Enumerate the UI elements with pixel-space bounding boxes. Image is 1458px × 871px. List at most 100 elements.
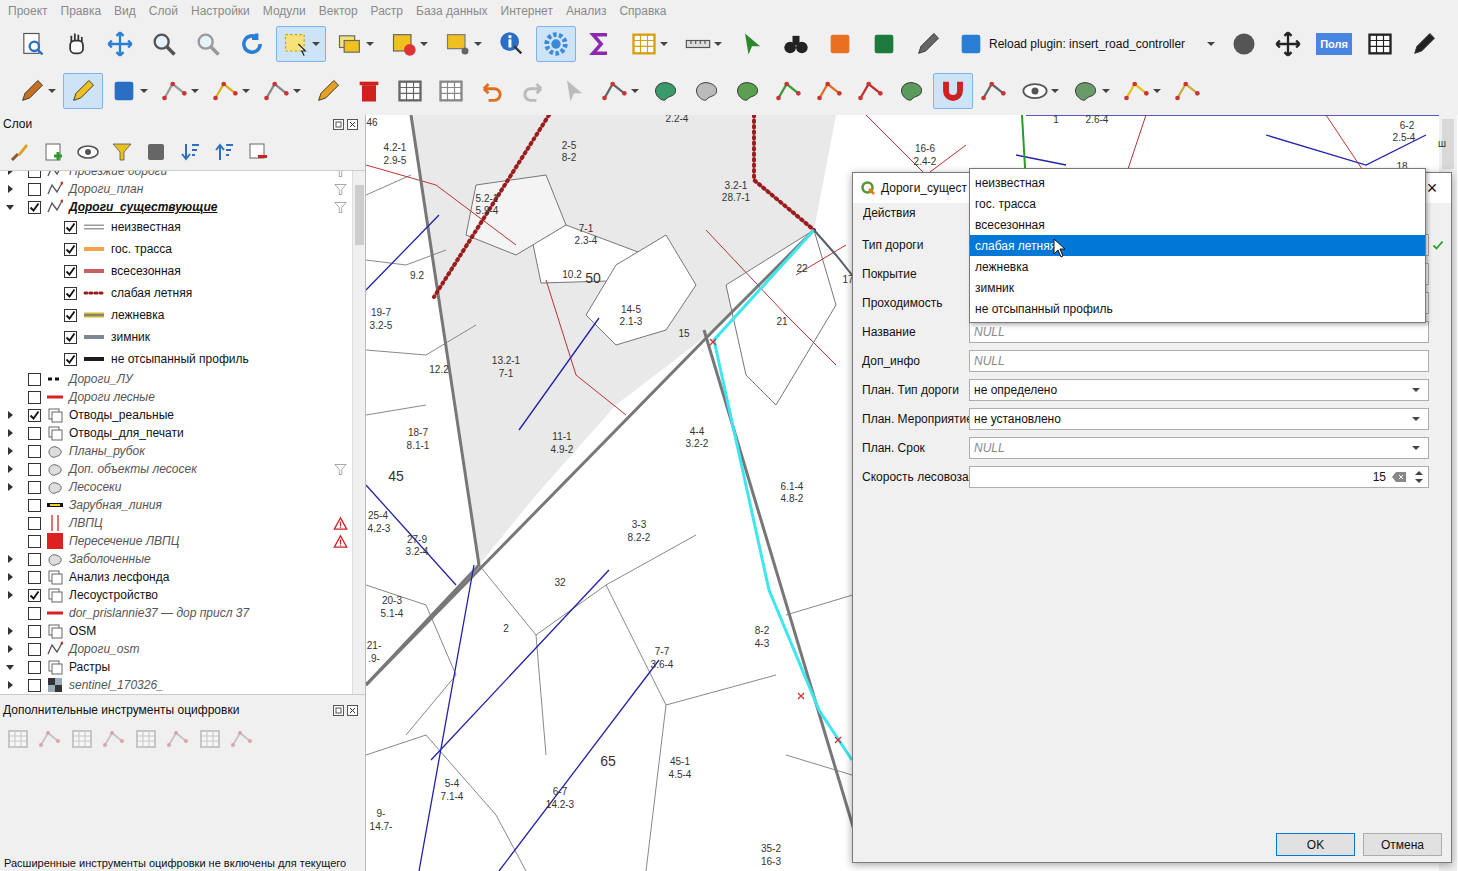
- expander[interactable]: [4, 643, 16, 655]
- legend-item[interactable]: не отсыпанный профиль: [0, 348, 352, 370]
- expander[interactable]: [4, 201, 16, 213]
- combo-field[interactable]: не определено: [969, 379, 1429, 401]
- combo-field[interactable]: не установлено: [969, 408, 1429, 430]
- layer-item[interactable]: Отводы_для_печати: [0, 424, 352, 442]
- layers-tool-button[interactable]: [244, 138, 272, 166]
- layer-checkbox[interactable]: [64, 309, 77, 322]
- open-project-button[interactable]: [12, 26, 52, 62]
- layer-item[interactable]: sentinel_170326_: [0, 676, 352, 694]
- layer-checkbox[interactable]: [64, 287, 77, 300]
- edit-tool-3-button[interactable]: [104, 73, 154, 109]
- expander[interactable]: [4, 409, 16, 421]
- edit-tool-2-button[interactable]: [63, 73, 103, 109]
- layers-tool-button[interactable]: [6, 138, 34, 166]
- menu-item[interactable]: Растр: [371, 2, 403, 20]
- digitizing-tool-button[interactable]: [198, 727, 222, 751]
- expander[interactable]: [4, 571, 16, 583]
- edit-tool-6-button[interactable]: [257, 73, 307, 109]
- digitizing-tool-button[interactable]: [70, 727, 94, 751]
- expander[interactable]: [4, 183, 16, 195]
- layer-item[interactable]: dor_prislannie37 — дор присл 37: [0, 604, 352, 622]
- layer-checkbox[interactable]: [64, 353, 77, 366]
- layer-checkbox[interactable]: [28, 170, 41, 178]
- measure-button[interactable]: [678, 26, 728, 62]
- edit-tool-15-button[interactable]: [646, 73, 686, 109]
- layer-checkbox[interactable]: [28, 679, 41, 692]
- layer-checkbox[interactable]: [28, 571, 41, 584]
- spin-field[interactable]: 15: [969, 466, 1429, 488]
- statistics-button[interactable]: [580, 26, 620, 62]
- layer-item[interactable]: Дороги лесные: [0, 388, 352, 406]
- layer-checkbox[interactable]: [28, 535, 41, 548]
- layer-item[interactable]: Дороги_существующие: [0, 198, 352, 216]
- zoom-full-button[interactable]: [100, 26, 140, 62]
- layer-item[interactable]: Анализ лесфонда: [0, 568, 352, 586]
- dialog-button[interactable]: OK: [1276, 833, 1355, 856]
- dropdown-option[interactable]: не отсыпанный профиль: [970, 298, 1425, 319]
- tool-button[interactable]: [908, 26, 948, 62]
- digitizing-tool-button[interactable]: [166, 727, 190, 751]
- expander[interactable]: [4, 679, 16, 691]
- spin-arrows-icon[interactable]: [1414, 469, 1424, 485]
- refresh-button[interactable]: [232, 26, 272, 62]
- layer-item[interactable]: Пересечение ЛВПЦ: [0, 532, 352, 550]
- legend-item[interactable]: слабая летняя: [0, 282, 352, 304]
- layer-checkbox[interactable]: [28, 553, 41, 566]
- layer-checkbox[interactable]: [28, 201, 41, 214]
- legend-item[interactable]: лежневка: [0, 304, 352, 326]
- layer-checkbox[interactable]: [28, 607, 41, 620]
- layers-tool-button[interactable]: [142, 138, 170, 166]
- expander[interactable]: [4, 661, 16, 673]
- layer-checkbox[interactable]: [28, 391, 41, 404]
- layer-checkbox[interactable]: [28, 481, 41, 494]
- actions-menu[interactable]: Действия: [863, 204, 916, 222]
- search-button[interactable]: [776, 26, 816, 62]
- edit-tool-11-button[interactable]: [472, 73, 512, 109]
- close-icon[interactable]: [347, 119, 358, 130]
- dropdown-option[interactable]: неизвестная: [970, 172, 1425, 193]
- map-canvas[interactable]: 464.2-12.9-52.2-42-58-23.2-128.7-15.2-15…: [366, 115, 1458, 871]
- digitizing-tool-button[interactable]: [230, 727, 254, 751]
- edit-tool-21-button[interactable]: [892, 73, 932, 109]
- layer-checkbox[interactable]: [28, 409, 41, 422]
- layer-checkbox[interactable]: [28, 517, 41, 530]
- zoom-in-button[interactable]: [144, 26, 184, 62]
- layers-tool-button[interactable]: [40, 138, 68, 166]
- layer-checkbox[interactable]: [64, 331, 77, 344]
- layer-checkbox[interactable]: [28, 463, 41, 476]
- close-icon[interactable]: [347, 705, 358, 716]
- layer-checkbox[interactable]: [28, 183, 41, 196]
- menu-item[interactable]: Вектор: [319, 2, 358, 20]
- text-field[interactable]: NULL: [969, 350, 1429, 372]
- digitizing-tool-button[interactable]: [102, 727, 126, 751]
- layer-item[interactable]: ЛВПЦ: [0, 514, 352, 532]
- float-icon[interactable]: [333, 705, 344, 716]
- layer-item[interactable]: Доп. объекты лесосек: [0, 460, 352, 478]
- edit-tool-23-button[interactable]: [974, 73, 1014, 109]
- clear-icon[interactable]: [1392, 472, 1406, 482]
- layer-item[interactable]: OSM: [0, 622, 352, 640]
- edit-tool-16-button[interactable]: [687, 73, 727, 109]
- edit-tool-17-button[interactable]: [728, 73, 768, 109]
- attribute-table-button[interactable]: [624, 26, 674, 62]
- layer-item[interactable]: Лесоустройство: [0, 586, 352, 604]
- menu-item[interactable]: База данных: [416, 2, 487, 20]
- edit-tool-5-button[interactable]: [206, 73, 256, 109]
- pointer-button[interactable]: [732, 26, 772, 62]
- edit-tool-9-button[interactable]: [390, 73, 430, 109]
- legend-item[interactable]: всесезонная: [0, 260, 352, 282]
- layer-checkbox[interactable]: [64, 265, 77, 278]
- edit-tool-7-button[interactable]: [308, 73, 348, 109]
- pan-button[interactable]: [56, 26, 96, 62]
- edit-tool-10-button[interactable]: [431, 73, 471, 109]
- layer-item[interactable]: Зарубная_линия: [0, 496, 352, 514]
- tree-scrollbar[interactable]: [352, 171, 365, 694]
- reload-plugin-button[interactable]: Reload plugin: insert_road_controller: [952, 26, 1220, 62]
- layer-checkbox[interactable]: [28, 589, 41, 602]
- layer-checkbox[interactable]: [28, 661, 41, 674]
- expander[interactable]: [4, 427, 16, 439]
- qr-button[interactable]: [1360, 26, 1400, 62]
- processing-button[interactable]: [536, 26, 576, 62]
- layers-tool-button[interactable]: [210, 138, 238, 166]
- fields-badge-button[interactable]: Поля: [1316, 33, 1352, 56]
